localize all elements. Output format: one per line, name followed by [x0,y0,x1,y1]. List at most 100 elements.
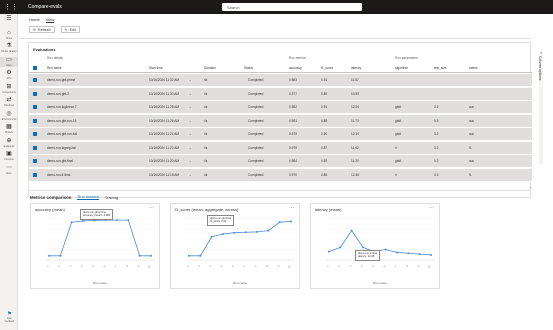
nav-item-3[interactable]: ▭ Data [0,56,18,67]
chevron-down-icon[interactable]: ⌄ [189,132,192,136]
col-param-algorithm[interactable]: algorithm [395,66,408,70]
table-row[interactable]: ⌄ demo-run-loglinear-7 10/16/2024 11:28 AM… [29,101,532,114]
data-point[interactable] [328,250,330,253]
data-point[interactable] [93,219,96,222]
nav-item-6[interactable]: ⇄ Pipelines [0,97,18,107]
table-row[interactable]: ⌄ demo-run-gbt-final 10/16/2024 11:20 AM 4s… [29,155,532,168]
close-icon[interactable]: × [540,50,542,55]
feedback-button[interactable]: ⚑ Give feedback [3,311,16,323]
data-point[interactable] [418,253,421,256]
chevron-up-icon[interactable]: ⌃ [529,186,532,191]
tab-tracing[interactable]: Tracing [105,195,118,200]
cell-name[interactable]: demo-run-loglinear-7 [47,105,77,109]
data-point[interactable] [116,219,118,222]
cell-name[interactable]: demo-run-logreg-bal [47,146,76,150]
data-point[interactable] [256,230,258,233]
table-row[interactable]: ⌄ demo-run-lr-final 10/16/2024 11:18 AM 4s C… [29,168,532,182]
data-point[interactable] [222,232,224,235]
data-point[interactable] [82,219,84,222]
nav-item-1[interactable]: ⌂ Home [0,30,18,40]
tab-home[interactable]: Home [29,17,40,23]
col-start-time[interactable]: Start time [149,66,163,70]
nav-item-9[interactable]: ⊕ Endpoints [0,138,18,148]
refresh-button[interactable]: ⟳ Refresh [29,26,55,33]
column-options-panel[interactable]: × Column options [534,50,553,110]
x-tick-label: r1 [46,264,50,268]
data-point[interactable] [396,251,398,254]
app-launcher-icon[interactable]: ⋮⋮ [0,0,22,14]
data-point[interactable] [407,252,410,255]
cell-name[interactable]: demo-run-gbt-run-bal [47,132,77,136]
table-row[interactable]: ⌄ demo-run-gbt-2 10/16/2024 11:30 AM 4s Comp… [29,87,532,101]
data-point[interactable] [210,235,213,238]
row-checkbox[interactable] [33,132,37,136]
table-row[interactable]: ⌄ demo-run-gbt-run-bal 10/16/2024 11:24 AM… [29,128,532,141]
chevron-down-icon[interactable]: ⌄ [189,92,192,96]
nav-item-5[interactable]: ⊞ Components [0,84,18,94]
col-param-test-size[interactable]: test_size [434,66,447,70]
data-point[interactable] [339,246,342,249]
cell-name[interactable]: demo-run-lr-final [47,173,70,177]
data-point[interactable] [244,231,247,234]
col-metric-latency[interactable]: latency [351,66,361,70]
col-param-metric[interactable]: metric [469,66,478,70]
nav-item-4[interactable]: ⚙ Jobs [0,70,18,80]
chevron-down-icon[interactable]: ⌄ [189,159,192,163]
row-checkbox[interactable] [33,91,37,96]
data-point[interactable] [138,254,141,257]
chevron-down-icon[interactable]: ⌄ [189,105,192,109]
nav-item-11[interactable]: ⋯ More [0,165,18,175]
cell-name[interactable]: demo-run-gbt-prime [47,78,75,82]
chevron-down-icon[interactable]: ⌄ [189,119,192,123]
data-point[interactable] [150,254,152,257]
data-point[interactable] [350,229,353,232]
data-point[interactable] [233,231,236,234]
data-point[interactable] [59,254,62,257]
col-metric-f1[interactable]: f1_score [321,66,333,70]
data-point[interactable] [384,248,387,251]
tab-run-metrics[interactable]: Run metrics [77,194,99,200]
row-checkbox[interactable] [33,118,37,123]
nav-item-0[interactable]: ☰ [0,16,18,23]
data-point[interactable] [267,229,270,232]
data-point[interactable] [127,219,130,222]
col-status[interactable]: Status [244,66,253,70]
cell-name[interactable]: demo-run-gbt-2 [47,92,69,96]
cell-status: Completed [248,132,264,136]
row-checkbox[interactable] [33,145,37,150]
row-checkbox[interactable] [33,78,37,82]
chevron-down-icon[interactable]: ⌄ [189,173,192,177]
nav-item-7[interactable]: ◎ Environments [0,111,18,121]
nav-item-2[interactable]: ⚗ Model catalog [0,43,18,53]
select-all-checkbox[interactable] [33,66,37,70]
cell-name[interactable]: demo-run-gbt-run-14 [47,119,76,123]
chart-svg[interactable]: r1 r2 r3 r4 r5 r6 r7 r8 r9 r10 Run name [311,204,441,290]
nav-item-8[interactable]: ▦ Models [0,124,18,134]
col-duration[interactable]: Duration [204,66,216,70]
search-input[interactable]: Search [222,3,362,11]
table-row[interactable]: ⌄ demo-run-gbt-prime 10/16/2024 11:32 AM 4s… [29,74,532,87]
cell-m1: 0.981 [289,118,297,123]
data-point[interactable] [70,221,73,224]
chevron-down-icon[interactable]: ⌄ [189,146,192,150]
data-point[interactable] [48,254,50,257]
nav-item-10[interactable]: ▣ Compute [0,151,18,161]
row-checkbox[interactable] [33,105,37,109]
col-run-name[interactable]: Run name [47,66,62,70]
data-point[interactable] [430,253,432,256]
edit-button[interactable]: ✎ Edit [60,26,80,33]
table-row[interactable]: ⌄ demo-run-logreg-bal 10/16/2024 11:22 AM 4… [29,141,532,155]
table-row[interactable]: ⌄ demo-run-gbt-run-14 10/16/2024 11:26 AM 4… [29,114,532,128]
data-point[interactable] [290,220,292,223]
row-checkbox[interactable] [33,159,37,163]
data-point[interactable] [362,246,364,249]
data-point[interactable] [278,221,281,224]
data-point[interactable] [199,254,202,257]
tab-view[interactable]: View [45,17,55,23]
chart-svg[interactable]: r1 r2 r3 r4 r5 r6 r7 r8 r9 r10 Run name [171,204,301,290]
col-metric-accuracy[interactable]: accuracy [289,66,302,70]
data-point[interactable] [188,254,190,257]
chevron-down-icon[interactable]: ⌄ [189,78,192,82]
cell-name[interactable]: demo-run-gbt-final [47,159,73,163]
row-checkbox[interactable] [33,172,37,177]
